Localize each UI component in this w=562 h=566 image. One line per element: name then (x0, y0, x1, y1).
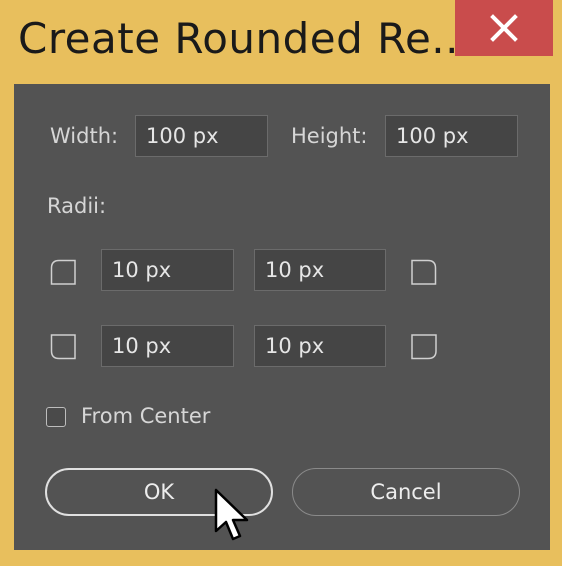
top-right-corner-icon (411, 259, 437, 285)
top-left-corner-icon (50, 259, 76, 285)
width-field[interactable]: 100 px (135, 115, 268, 157)
dialog-body: Width: 100 px Height: 100 px Radii: 10 p… (14, 84, 550, 550)
from-center-label[interactable]: From Center (81, 404, 210, 428)
radii-label: Radii: (47, 194, 107, 218)
height-field[interactable]: 100 px (385, 115, 518, 157)
title-bar: Create Rounded Re... (0, 0, 562, 78)
bottom-left-corner-icon (50, 334, 76, 360)
mouse-cursor-icon (214, 488, 249, 541)
top-right-radius-field[interactable]: 10 px (254, 249, 386, 291)
bottom-left-radius-field[interactable]: 10 px (101, 325, 234, 367)
close-button[interactable] (455, 0, 553, 56)
from-center-checkbox[interactable] (46, 407, 66, 427)
bottom-right-corner-icon (411, 334, 437, 360)
close-icon (490, 14, 518, 42)
width-label: Width: (50, 124, 119, 148)
bottom-right-radius-field[interactable]: 10 px (254, 325, 386, 367)
top-left-radius-field[interactable]: 10 px (101, 249, 234, 291)
height-label: Height: (291, 124, 368, 148)
cancel-button[interactable]: Cancel (292, 468, 520, 516)
dialog-title: Create Rounded Re... (18, 14, 473, 63)
